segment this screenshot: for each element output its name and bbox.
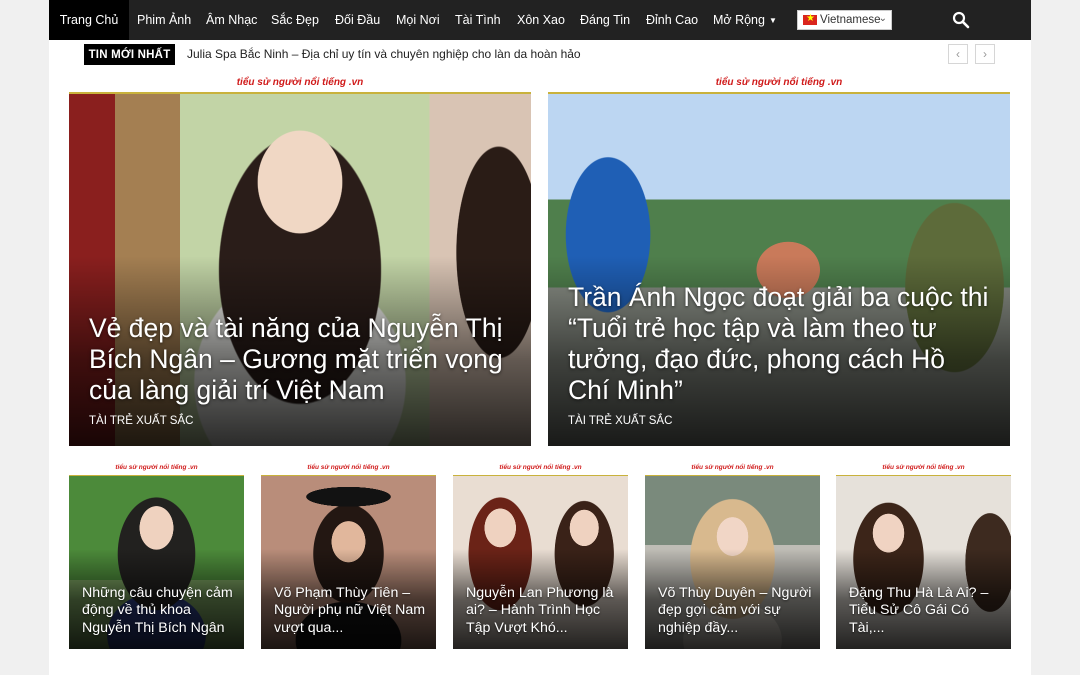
caret-down-icon: ⌄ — [878, 13, 887, 24]
article-title[interactable]: Nguyễn Lan Phương là ai? – Hành Trình Họ… — [466, 585, 620, 638]
nav-item-top[interactable]: Đỉnh Cao — [646, 0, 698, 40]
vietnam-flag-icon: ★ — [803, 13, 817, 25]
ticker-headline-link[interactable]: Julia Spa Bắc Ninh – Địa chỉ uy tín và c… — [187, 44, 581, 65]
article-title[interactable]: Đặng Thu Hà Là Ai? – Tiểu Sử Cô Gái Có T… — [849, 585, 1003, 638]
nav-more-label: Mở Rộng — [713, 13, 765, 27]
watermark-banner: tiểu sử người nổi tiếng .vn — [453, 463, 628, 475]
watermark-banner: tiểu sử người nổi tiếng .vn — [548, 74, 1010, 92]
nav-item-beauty[interactable]: Sắc Đẹp — [271, 0, 319, 40]
ticker-next-button[interactable]: › — [975, 44, 995, 64]
watermark-text: tiểu sử người nổi tiếng .vn — [715, 77, 843, 88]
featured-article-1[interactable]: tiểu sử người nổi tiếng .vn Vẻ đẹp và tà… — [69, 74, 531, 446]
article-title[interactable]: Những câu chuyện cảm động về thủ khoa Ng… — [82, 585, 236, 638]
watermark-text: tiểu sử người nổi tiếng .vn — [499, 464, 582, 471]
watermark-banner: tiểu sử người nổi tiếng .vn — [69, 74, 531, 92]
watermark-banner: tiểu sử người nổi tiếng .vn — [261, 463, 436, 475]
nav-item-everywhere[interactable]: Mọi Nơi — [396, 0, 440, 40]
watermark-banner: tiểu sử người nổi tiếng .vn — [69, 463, 244, 475]
category-label[interactable]: TÀI TRẺ XUẤT SẮC — [568, 415, 672, 427]
watermark-banner: tiểu sử người nổi tiếng .vn — [836, 463, 1011, 475]
category-label[interactable]: TÀI TRẺ XUẤT SẮC — [89, 415, 193, 427]
latest-news-badge: TIN MỚI NHẤT — [84, 44, 175, 65]
nav-item-home[interactable]: Trang Chủ — [49, 0, 129, 40]
nav-item-rivals[interactable]: Đối Đầu — [335, 0, 380, 40]
featured-article-2[interactable]: tiểu sử người nổi tiếng .vn Trần Ánh Ngọ… — [548, 74, 1010, 446]
article-card-3[interactable]: tiểu sử người nổi tiếng .vn Nguyễn Lan P… — [453, 463, 628, 649]
article-title[interactable]: Võ Phạm Thùy Tiên – Người phụ nữ Việt Na… — [274, 585, 428, 638]
watermark-text: tiểu sử người nổi tiếng .vn — [691, 464, 774, 471]
article-card-5[interactable]: tiểu sử người nổi tiếng .vn Đặng Thu Hà … — [836, 463, 1011, 649]
nav-item-music[interactable]: Âm Nhạc — [206, 0, 257, 40]
watermark-text: tiểu sử người nổi tiếng .vn — [115, 464, 198, 471]
search-icon[interactable] — [952, 11, 970, 29]
article-card-4[interactable]: tiểu sử người nổi tiếng .vn Võ Thùy Duyê… — [645, 463, 820, 649]
article-card-2[interactable]: tiểu sử người nổi tiếng .vn Võ Phạm Thùy… — [261, 463, 436, 649]
nav-item-film[interactable]: Phim Ảnh — [137, 0, 191, 40]
featured-title[interactable]: Vẻ đẹp và tài năng của Nguyễn Thị Bích N… — [89, 313, 511, 406]
language-selector[interactable]: ★ Vietnamese ⌄ — [797, 10, 892, 30]
article-card-1[interactable]: tiểu sử người nổi tiếng .vn Những câu ch… — [69, 463, 244, 649]
nav-item-more[interactable]: Mở Rộng ▼ — [713, 0, 777, 40]
nav-item-buzz[interactable]: Xôn Xao — [517, 0, 565, 40]
ticker-prev-button[interactable]: ‹ — [948, 44, 968, 64]
watermark-text: tiểu sử người nổi tiếng .vn — [882, 464, 965, 471]
language-label: Vietnamese — [820, 14, 881, 26]
watermark-banner: tiểu sử người nổi tiếng .vn — [645, 463, 820, 475]
watermark-text: tiểu sử người nổi tiếng .vn — [307, 464, 390, 471]
featured-title[interactable]: Trần Ánh Ngọc đoạt giải ba cuộc thi “Tuổ… — [568, 282, 990, 406]
nav-item-trusted[interactable]: Đáng Tin — [580, 0, 630, 40]
nav-item-talent[interactable]: Tài Tình — [455, 0, 501, 40]
watermark-text: tiểu sử người nổi tiếng .vn — [236, 77, 364, 88]
chevron-down-icon: ▼ — [768, 16, 777, 25]
article-title[interactable]: Võ Thùy Duyên – Người đẹp gợi cảm với sự… — [658, 585, 812, 638]
